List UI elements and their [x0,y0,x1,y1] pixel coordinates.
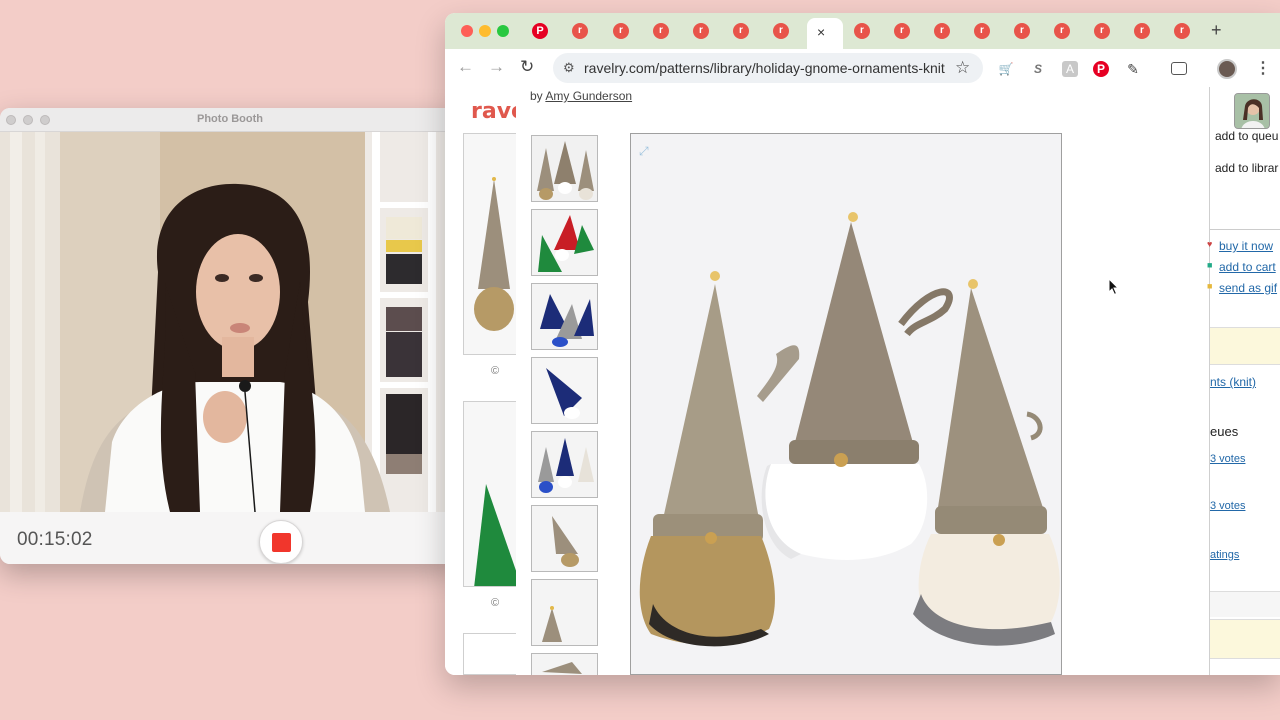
zoom-window-button[interactable] [497,25,509,37]
gnome-photo [532,432,597,497]
back-arrow-icon[interactable]: ← [457,58,474,76]
gallery-thumbnail[interactable] [531,283,598,350]
gnome-photo [532,210,597,275]
craft-category-link[interactable]: nts (knit) [1210,375,1256,389]
address-bar[interactable]: ⚙ ravelry.com/patterns/library/holiday-g… [553,53,983,83]
site-settings-icon[interactable]: ⚙ [563,60,575,76]
add-to-queue-link[interactable]: add to queu [1215,129,1278,143]
cart-icon: ■ [1207,260,1213,270]
ravelry-tab-icon[interactable]: r [693,23,709,39]
background-thumbnail[interactable] [463,401,521,587]
tab-strip: P r r r r r r × r r r r r r r r r + [445,13,1280,49]
photo-booth-window: Photo Booth 00:15:02 [0,108,460,564]
main-pattern-photo[interactable]: ⤢ [630,133,1062,675]
gift-icon: ■ [1207,281,1213,291]
add-to-library-link[interactable]: add to librar [1215,161,1278,175]
browser-window: P r r r r r r × r r r r r r r r r + ← → … [445,13,1280,675]
user-avatar[interactable] [1234,93,1270,129]
votes-link[interactable]: 3 votes [1210,500,1245,512]
ravelry-tab-icon[interactable]: r [1094,23,1110,39]
mouse-cursor-icon [1108,278,1120,296]
s-extension-icon[interactable]: S [1030,61,1046,77]
user-avatar-image [1235,94,1269,128]
gallery-thumbnail[interactable] [531,357,598,424]
photo-gallery-modal: by Amy Gunderson ⤢ [516,87,1209,675]
copyright-symbol: © [491,597,500,609]
ratings-link[interactable]: atings [1210,549,1239,561]
camera-preview [0,132,460,512]
page-content: rave © © by Amy Gunderson ⤢ add to queu … [445,87,1280,675]
gallery-thumbnail[interactable] [531,431,598,498]
add-to-cart-link[interactable]: add to cart [1219,260,1276,274]
bookmark-star-icon[interactable]: ☆ [955,58,970,78]
pinterest-extension-icon[interactable]: P [1093,61,1109,77]
photo-booth-controls: 00:15:02 [0,512,460,564]
ravelry-tab-icon[interactable]: r [1014,23,1030,39]
info-box [1210,619,1280,659]
background-thumbnail[interactable] [463,133,521,355]
queues-label: eues [1210,424,1239,439]
recording-timer: 00:15:02 [17,529,93,550]
expand-icon[interactable]: ⤢ [639,144,649,159]
window-title: Photo Booth [197,113,263,125]
profile-avatar-icon[interactable] [1217,59,1237,79]
forward-arrow-icon[interactable]: → [488,58,505,76]
gallery-thumbnail[interactable] [531,209,598,276]
ravelry-tab-icon[interactable]: r [894,23,910,39]
camera-feed-image [0,132,460,512]
background-thumbnail[interactable] [463,633,521,675]
ravelry-tab-icon[interactable]: r [773,23,789,39]
browser-toolbar: ← → ↻ ⚙ ravelry.com/patterns/library/hol… [445,49,1280,87]
ravelry-tab-icon[interactable]: r [572,23,588,39]
ravelry-tab-icon[interactable]: r [854,23,870,39]
copyright-symbol: © [491,365,500,377]
stop-icon [272,533,291,552]
ravelry-tab-icon[interactable]: r [934,23,950,39]
heart-icon: ♥ [1207,239,1213,249]
new-tab-button[interactable]: + [1211,20,1222,41]
votes-link[interactable]: 3 votes [1210,453,1245,465]
url-text[interactable]: ravelry.com/patterns/library/holiday-gno… [584,60,945,76]
section-divider [1210,591,1280,617]
ravelry-tab-icon[interactable]: r [733,23,749,39]
active-tab[interactable]: × [807,18,843,49]
designer-byline: by Amy Gunderson [530,89,633,103]
gallery-thumbnail[interactable] [531,653,598,675]
gnome-photo [532,580,597,645]
extensions-puzzle-icon[interactable]: ✎ [1125,61,1141,77]
send-as-gift-link[interactable]: send as gif [1219,281,1277,295]
ravelry-tab-icon[interactable]: r [974,23,990,39]
gnome-photo [532,136,597,201]
gnome-photo [464,134,520,354]
gnome-photo [532,358,597,423]
gallery-thumbnail[interactable] [531,135,598,202]
close-tab-icon[interactable]: × [817,24,825,40]
stop-recording-button[interactable] [259,520,303,564]
gnome-photo [532,506,597,571]
info-box [1210,327,1280,365]
ravelry-tab-icon[interactable]: r [1054,23,1070,39]
close-window-button[interactable] [461,25,473,37]
ravelry-tab-icon[interactable]: r [613,23,629,39]
ravelry-tab-icon[interactable]: r [653,23,669,39]
menu-kebab-icon[interactable]: ⋮ [1255,58,1271,78]
photo-booth-titlebar: Photo Booth [0,108,460,132]
gallery-thumbnail[interactable] [531,579,598,646]
reload-icon[interactable]: ↻ [520,58,534,76]
designer-link[interactable]: Amy Gunderson [545,89,632,103]
gnome-photo [532,284,597,349]
buy-it-now-link[interactable]: buy it now [1219,239,1273,253]
gallery-thumbnail[interactable] [531,505,598,572]
ravelry-tab-icon[interactable]: r [1174,23,1190,39]
cart-extension-icon[interactable]: 🛒 [998,61,1014,77]
pinterest-tab-icon[interactable]: P [532,23,548,39]
ravelry-tab-icon[interactable]: r [1134,23,1150,39]
tab-search-icon[interactable] [1171,62,1187,75]
gnome-ornaments-photo [631,134,1061,674]
minimize-window-button[interactable] [479,25,491,37]
reader-extension-icon[interactable]: A [1062,61,1078,77]
gnome-photo [464,402,520,586]
gnome-photo [532,654,597,675]
pattern-sidebar: add to queu add to librar ♥ buy it now ■… [1207,87,1280,675]
